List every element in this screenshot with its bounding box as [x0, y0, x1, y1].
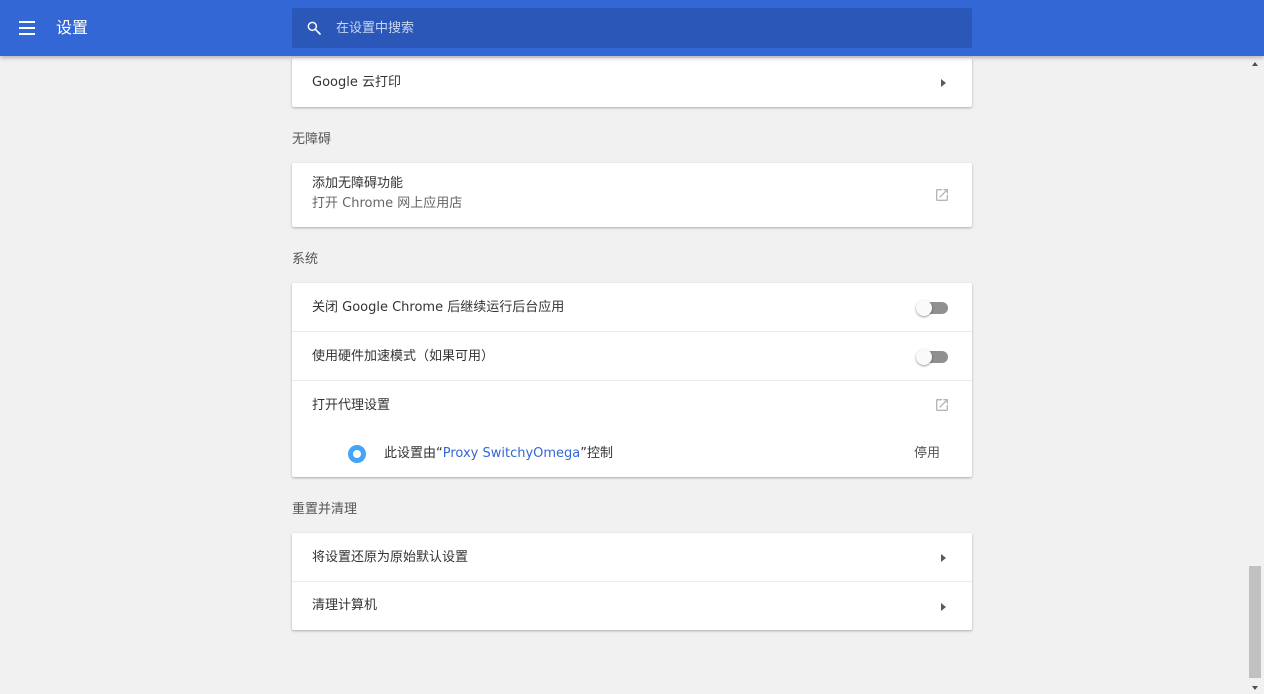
open-in-new-icon[interactable]: [934, 397, 950, 413]
restore-defaults-label: 将设置还原为原始默认设置: [312, 550, 469, 565]
restore-defaults-row[interactable]: 将设置还原为原始默认设置: [292, 533, 972, 582]
search-icon: [307, 21, 321, 35]
cloud-print-label: Google 云打印: [312, 75, 401, 90]
page-title: 设置: [56, 18, 89, 37]
hardware-accel-row[interactable]: 使用硬件加速模式（如果可用）: [292, 332, 972, 381]
proxy-note-suffix: ”控制: [580, 446, 614, 461]
background-apps-toggle[interactable]: [916, 300, 948, 316]
proxy-settings-row[interactable]: 打开代理设置: [292, 381, 972, 430]
accessibility-section-title: 无障碍: [292, 132, 332, 147]
proxy-settings-label: 打开代理设置: [312, 398, 391, 413]
hardware-accel-toggle[interactable]: [916, 349, 948, 365]
chevron-right-icon: [941, 603, 946, 611]
toggle-knob: [916, 300, 932, 316]
add-accessibility-sublabel: 打开 Chrome 网上应用店: [312, 196, 463, 211]
cloud-print-row[interactable]: Google 云打印: [292, 58, 972, 107]
menu-icon[interactable]: [14, 16, 40, 40]
system-section-title: 系统: [292, 252, 319, 267]
add-accessibility-label: 添加无障碍功能: [312, 176, 404, 191]
extension-icon: [348, 445, 366, 463]
scrollbar[interactable]: [1247, 56, 1264, 694]
cleanup-computer-label: 清理计算机: [312, 598, 378, 613]
printing-card: Google 云打印: [292, 58, 972, 107]
cleanup-computer-row[interactable]: 清理计算机: [292, 582, 972, 630]
disable-extension-button[interactable]: 停用: [914, 430, 940, 478]
proxy-note-prefix: 此设置由“: [384, 446, 443, 461]
chevron-right-icon: [941, 554, 946, 562]
proxy-controlled-row: 此设置由“Proxy SwitchyOmega”控制 停用: [292, 430, 972, 477]
hardware-accel-label: 使用硬件加速模式（如果可用）: [312, 349, 495, 364]
accessibility-card: 添加无障碍功能 打开 Chrome 网上应用店: [292, 163, 972, 227]
open-in-new-icon[interactable]: [934, 187, 950, 203]
reset-card: 将设置还原为原始默认设置 清理计算机: [292, 533, 972, 630]
search-input[interactable]: [336, 8, 956, 48]
add-accessibility-row[interactable]: 添加无障碍功能 打开 Chrome 网上应用店: [292, 163, 972, 227]
proxy-extension-link[interactable]: Proxy SwitchyOmega: [443, 446, 581, 461]
search-box[interactable]: [292, 8, 972, 48]
reset-section-title: 重置并清理: [292, 502, 358, 517]
background-apps-label: 关闭 Google Chrome 后继续运行后台应用: [312, 300, 565, 315]
scroll-down-arrow[interactable]: [1252, 686, 1258, 690]
toggle-knob: [916, 349, 932, 365]
proxy-controlled-note: 此设置由“Proxy SwitchyOmega”控制: [384, 430, 613, 478]
toolbar: 设置: [0, 0, 1264, 56]
scroll-up-arrow[interactable]: [1252, 62, 1258, 66]
background-apps-row[interactable]: 关闭 Google Chrome 后继续运行后台应用: [292, 283, 972, 332]
chevron-right-icon: [941, 79, 946, 87]
scroll-thumb[interactable]: [1249, 566, 1261, 678]
system-card: 关闭 Google Chrome 后继续运行后台应用 使用硬件加速模式（如果可用…: [292, 283, 972, 477]
